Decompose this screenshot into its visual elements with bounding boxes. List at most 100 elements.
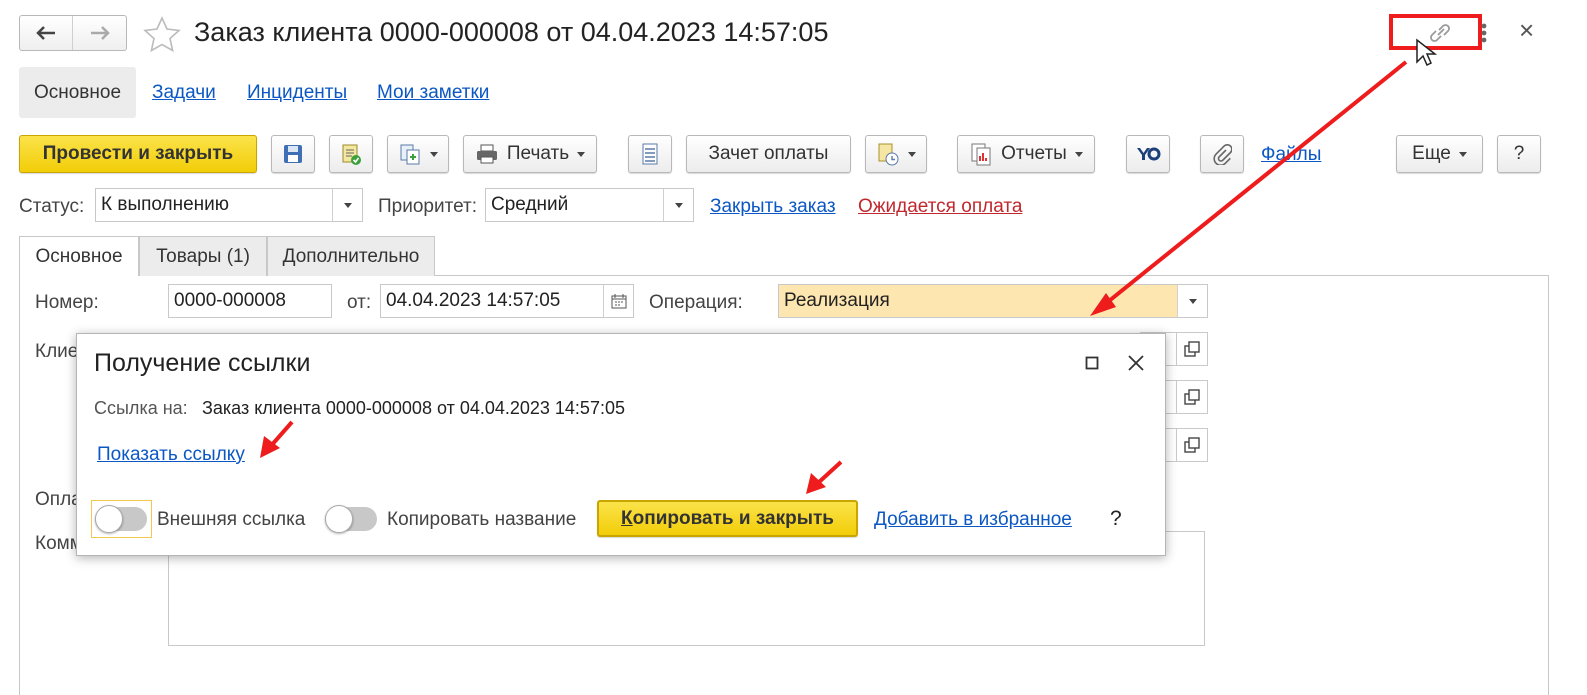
calendar-button[interactable] — [603, 285, 633, 317]
tab-goods-label: Товары (1) — [156, 245, 250, 267]
toggle-knob — [325, 505, 353, 533]
priority-select[interactable]: Средний — [485, 188, 694, 222]
files-link[interactable]: Файлы — [1261, 144, 1321, 166]
chevron-down-icon — [674, 202, 683, 208]
status-dropdown-button[interactable] — [332, 189, 362, 221]
paperclip-icon — [1213, 143, 1232, 165]
priority-label: Приоритет: — [378, 196, 477, 217]
close-order-link[interactable]: Закрыть заказ — [710, 196, 836, 218]
chevron-down-icon — [908, 151, 916, 157]
save-button[interactable] — [271, 135, 315, 173]
star-icon[interactable] — [143, 16, 181, 52]
post-and-close-button[interactable]: Провести и закрыть — [19, 135, 257, 173]
nav-tab-incidents[interactable]: Инциденты — [247, 82, 347, 104]
offset-payment-button[interactable]: Зачет оплаты — [686, 135, 851, 173]
post-button[interactable] — [329, 135, 373, 173]
reports-button[interactable]: Отчеты — [957, 135, 1095, 173]
chevron-down-icon — [343, 202, 352, 208]
number-field[interactable]: 0000-000008 — [168, 284, 332, 318]
tab-additional[interactable]: Дополнительно — [267, 236, 435, 276]
priority-value: Средний — [491, 194, 569, 215]
reports-label: Отчеты — [1001, 143, 1067, 164]
copy-and-close-underlined: К — [621, 507, 633, 529]
yoomoney-icon — [1137, 147, 1161, 161]
tab-main-label: Основное — [35, 245, 123, 267]
forward-button[interactable] — [73, 16, 126, 50]
tab-additional-label: Дополнительно — [282, 245, 420, 267]
number-label: Номер: — [35, 292, 99, 313]
date-value: 04.04.2023 14:57:05 — [386, 290, 561, 311]
close-icon[interactable] — [1127, 354, 1145, 372]
external-link-label: Внешняя ссылка — [157, 509, 306, 530]
copy-name-toggle[interactable] — [325, 505, 377, 533]
help-button[interactable]: ? — [1497, 135, 1541, 173]
awaiting-payment-link[interactable]: Ожидается оплата — [858, 196, 1022, 218]
status-value: К выполнению — [101, 194, 230, 215]
payment-label: Опла — [35, 489, 82, 510]
add-to-favorites-link[interactable]: Добавить в избранное — [874, 509, 1072, 531]
client-open-button[interactable] — [1176, 332, 1208, 366]
date-label: от: — [347, 292, 372, 313]
list-view-button[interactable] — [628, 135, 672, 173]
operation-label: Операция: — [649, 292, 743, 313]
status-select[interactable]: К выполнению — [95, 188, 363, 222]
chevron-down-icon — [577, 151, 586, 157]
client-label: Клие — [35, 341, 79, 362]
open-window-icon — [1184, 437, 1200, 453]
document-clock-icon — [878, 143, 899, 166]
close-window-button[interactable]: × — [1519, 15, 1534, 46]
create-based-icon — [400, 144, 420, 165]
copy-and-close-button[interactable]: Копировать и закрыть — [597, 500, 858, 537]
list-icon — [642, 143, 658, 165]
calendar-icon — [611, 294, 626, 309]
nav-tab-main-label: Основное — [33, 81, 122, 103]
contract-open-button[interactable] — [1176, 380, 1208, 414]
number-value: 0000-000008 — [174, 290, 286, 311]
copy-and-close-label: опировать и закрыть — [632, 507, 834, 529]
open-window-icon — [1184, 341, 1200, 357]
chevron-down-icon — [1188, 298, 1197, 304]
help-label: ? — [1513, 143, 1525, 164]
chevron-down-icon — [430, 151, 438, 157]
maximize-icon[interactable] — [1085, 356, 1099, 370]
print-button[interactable]: Печать — [463, 135, 597, 173]
nav-tab-main[interactable]: Основное — [19, 67, 136, 118]
mouse-cursor-icon — [1416, 38, 1438, 67]
printer-icon — [476, 144, 497, 164]
vertical-dots-icon[interactable] — [1480, 22, 1488, 44]
status-label: Статус: — [19, 196, 85, 217]
nav-tab-notes[interactable]: Мои заметки — [377, 82, 489, 104]
attach-button[interactable] — [1200, 135, 1244, 173]
priority-dropdown-button[interactable] — [663, 189, 693, 221]
offset-payment-label: Зачет оплаты — [708, 143, 829, 164]
print-label: Печать — [506, 143, 570, 164]
more-button[interactable]: Еще — [1396, 135, 1483, 173]
chevron-down-icon — [1458, 151, 1467, 157]
post-document-icon — [342, 144, 361, 165]
tab-main[interactable]: Основное — [19, 236, 139, 276]
operation-dropdown-button[interactable] — [1177, 285, 1207, 317]
chevron-down-icon — [1074, 151, 1083, 157]
operation-select[interactable]: Реализация — [778, 284, 1208, 318]
reports-icon — [971, 143, 991, 166]
external-link-toggle[interactable] — [95, 505, 147, 533]
nav-tab-tasks[interactable]: Задачи — [152, 82, 216, 104]
link-to-label: Ссылка на: — [94, 398, 188, 418]
link-to-value: Заказ клиента 0000-000008 от 04.04.2023 … — [202, 398, 625, 418]
toggle-knob — [95, 505, 123, 533]
operation-value: Реализация — [784, 290, 890, 311]
floppy-disk-icon — [284, 145, 302, 163]
date-field[interactable]: 04.04.2023 14:57:05 — [380, 284, 634, 318]
back-button[interactable] — [20, 16, 74, 50]
create-based-on-button[interactable] — [387, 135, 449, 173]
copy-name-label: Копировать название — [387, 509, 577, 530]
open-window-icon — [1184, 389, 1200, 405]
show-link-link[interactable]: Показать ссылку — [97, 444, 245, 466]
warehouse-open-button[interactable] — [1176, 428, 1208, 462]
yoomoney-button[interactable] — [1126, 135, 1170, 173]
arrow-right-icon — [90, 26, 110, 40]
schedule-button[interactable] — [865, 135, 927, 173]
tab-goods[interactable]: Товары (1) — [139, 236, 267, 276]
dialog-help-button[interactable]: ? — [1110, 507, 1122, 531]
more-label: Еще — [1412, 143, 1451, 164]
